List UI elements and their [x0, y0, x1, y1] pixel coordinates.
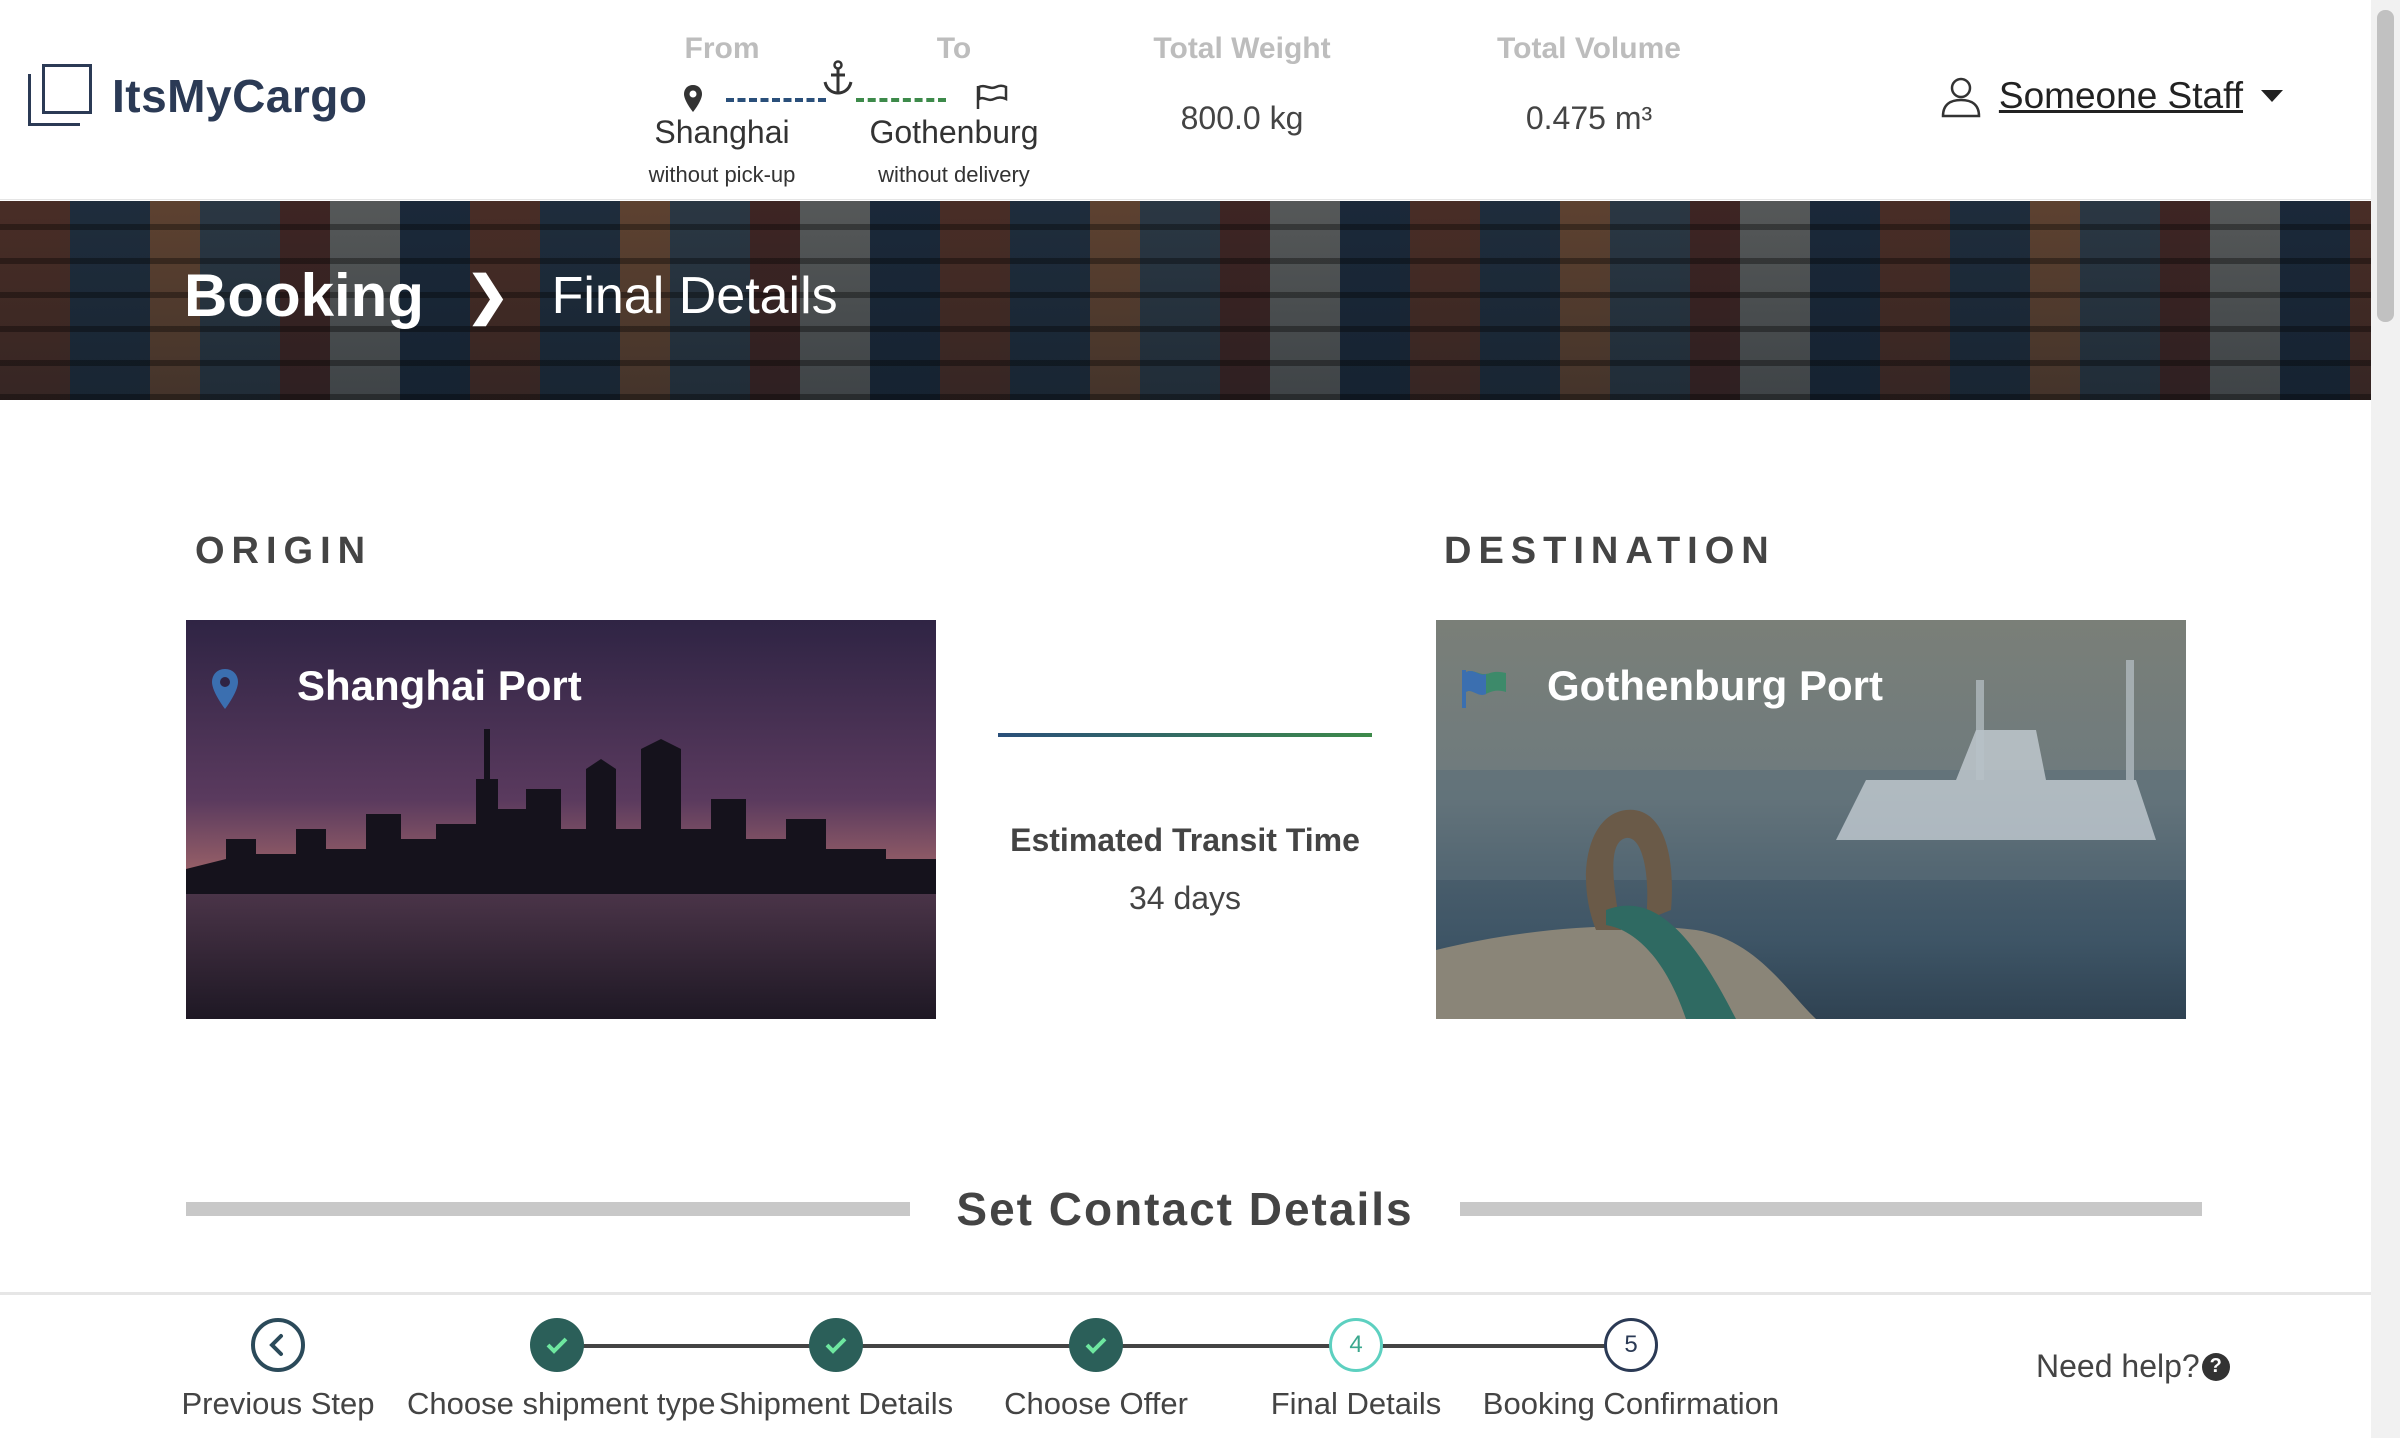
question-icon: ? [2201, 1352, 2230, 1381]
check-icon [530, 1318, 584, 1372]
origin-section-label: ORIGIN [195, 530, 373, 572]
flag-icon [976, 84, 1008, 109]
destination-city: Gothenburg [869, 114, 1039, 150]
check-icon [1069, 1318, 1123, 1372]
transit-route-line [998, 733, 1372, 737]
to-label: To [936, 32, 972, 65]
vertical-scrollbar[interactable] [2371, 0, 2400, 1438]
destination-port-card: Gothenburg Port [1436, 620, 2186, 1019]
need-help-link[interactable]: Need help? ? [2036, 1348, 2230, 1385]
from-label: From [684, 32, 760, 65]
need-help-label: Need help? [2036, 1348, 2200, 1384]
user-icon [1941, 77, 1981, 118]
logo-mark-icon [28, 64, 92, 128]
breadcrumb-current: Final Details [551, 266, 838, 325]
chevron-left-icon[interactable] [251, 1318, 305, 1372]
step-label: Choose Offer [1004, 1386, 1188, 1421]
transit-time-label: Estimated Transit Time [1010, 822, 1360, 858]
logo-text: ItsMyCargo [112, 70, 368, 122]
step-number: 4 [1329, 1318, 1383, 1372]
hero-banner: Booking ❯ Final Details [0, 201, 2371, 400]
step-label: Final Details [1270, 1386, 1442, 1421]
total-weight-value: 800.0 kg [1180, 100, 1304, 136]
total-volume-value: 0.475 m³ [1525, 100, 1653, 136]
breadcrumb-booking[interactable]: Booking [184, 261, 424, 330]
shanghai-skyline-image [186, 729, 936, 899]
step-label: Booking Confirmation [1482, 1386, 1780, 1421]
scrollbar-thumb[interactable] [2377, 10, 2394, 322]
step-shipment-details[interactable]: Shipment Details [686, 1318, 986, 1422]
flag-icon [1462, 670, 1506, 708]
location-pin-icon [212, 669, 238, 709]
destination-section-label: DESTINATION [1444, 530, 1776, 572]
route-line-origin [726, 98, 826, 102]
step-choose-shipment-type[interactable]: Choose shipment type [407, 1318, 716, 1422]
chevron-right-icon: ❯ [465, 266, 510, 325]
origin-city: Shanghai [654, 114, 790, 150]
step-number: 5 [1604, 1318, 1658, 1372]
step-booking-confirmation: 5 Booking Confirmation [1481, 1318, 1781, 1422]
location-pin-icon [684, 85, 702, 112]
top-header: ItsMyCargo From To Shanghai Gothenburg w… [0, 0, 2371, 200]
user-name[interactable]: Someone Staff [1999, 75, 2243, 117]
user-menu[interactable]: Someone Staff [1939, 74, 2283, 118]
total-weight-label: Total Weight [1153, 32, 1331, 65]
divider-left [186, 1202, 910, 1216]
origin-note: without pick-up [648, 162, 796, 187]
divider-right [1460, 1202, 2202, 1216]
step-choose-offer[interactable]: Choose Offer [946, 1318, 1246, 1422]
destination-note: without delivery [878, 162, 1030, 187]
transit-time-value: 34 days [1128, 880, 1242, 916]
origin-port-card: Shanghai Port [186, 620, 936, 1019]
step-label: Choose shipment type [407, 1386, 716, 1421]
total-volume-label: Total Volume [1497, 32, 1681, 65]
breadcrumb: Booking ❯ Final Details [184, 261, 838, 330]
check-icon [809, 1318, 863, 1372]
caret-down-icon[interactable] [2261, 90, 2283, 102]
destination-port-name: Gothenburg Port [1547, 662, 1883, 709]
step-label: Shipment Details [718, 1386, 954, 1421]
step-final-details: 4 Final Details [1206, 1318, 1506, 1422]
anchor-icon [823, 60, 853, 95]
origin-port-name: Shanghai Port [297, 662, 582, 709]
previous-step-button[interactable]: Previous Step [128, 1318, 428, 1422]
route-line-destination [856, 98, 946, 102]
contact-section-title: Set Contact Details [956, 1183, 1414, 1235]
logo[interactable]: ItsMyCargo [28, 64, 367, 128]
previous-step-label: Previous Step [181, 1386, 375, 1421]
